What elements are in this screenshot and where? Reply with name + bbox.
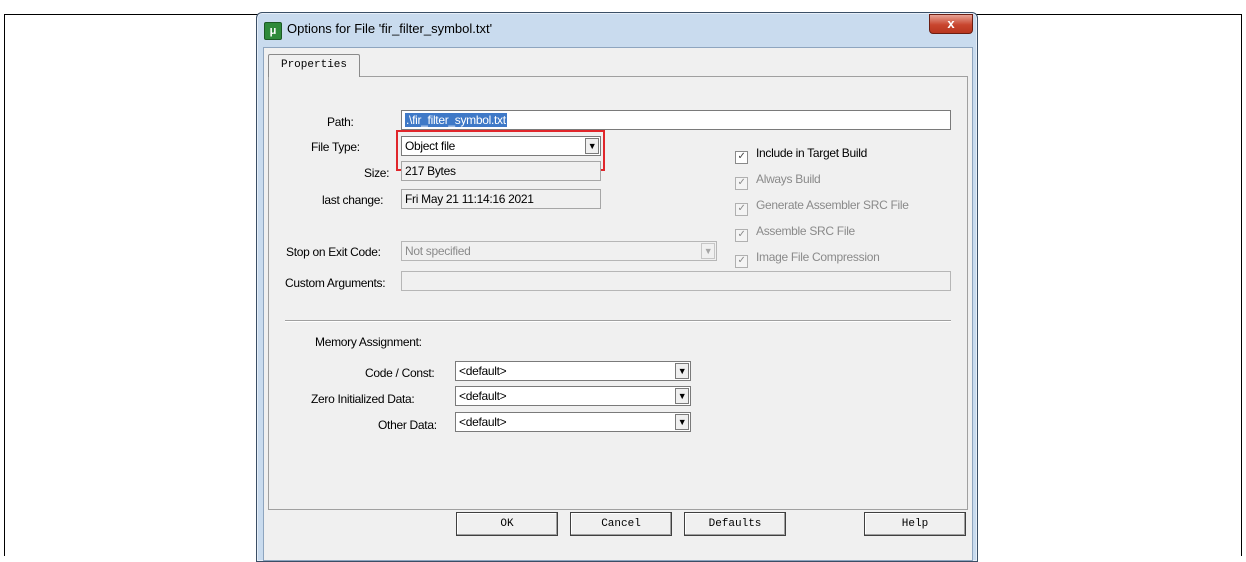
file-type-label: File Type: <box>311 140 360 154</box>
app-icon: μ <box>264 22 282 40</box>
tab-properties[interactable]: Properties <box>268 54 360 77</box>
other-data-label: Other Data: <box>378 418 437 432</box>
last-change-label: last change: <box>322 193 384 207</box>
option-label: Assemble SRC File <box>756 224 855 238</box>
option-always-build[interactable]: ✓ Always Build <box>735 172 821 190</box>
options-dialog: μ Options for File 'fir_filter_symbol.tx… <box>256 12 978 562</box>
stop-exit-label: Stop on Exit Code: <box>286 245 381 259</box>
code-const-combobox[interactable]: <default> ▼ <box>455 361 691 381</box>
cancel-button[interactable]: Cancel <box>570 512 672 536</box>
ok-button[interactable]: OK <box>456 512 558 536</box>
checkbox-icon[interactable]: ✓ <box>735 255 748 268</box>
chevron-down-icon[interactable]: ▼ <box>675 414 689 430</box>
page-frame-right <box>1241 14 1242 556</box>
separator <box>285 320 951 322</box>
close-button[interactable]: x <box>929 14 973 34</box>
chevron-down-icon[interactable]: ▼ <box>675 388 689 404</box>
checkbox-icon[interactable]: ✓ <box>735 229 748 242</box>
page-frame-left <box>4 14 5 556</box>
custom-args-label: Custom Arguments: <box>285 276 386 290</box>
option-image-compression[interactable]: ✓ Image File Compression <box>735 250 880 268</box>
checkbox-icon[interactable]: ✓ <box>735 203 748 216</box>
custom-args-field[interactable] <box>401 271 951 291</box>
code-const-value: <default> <box>459 364 507 378</box>
option-label: Always Build <box>756 172 821 186</box>
help-button[interactable]: Help <box>864 512 966 536</box>
zero-init-combobox[interactable]: <default> ▼ <box>455 386 691 406</box>
chevron-down-icon[interactable]: ▼ <box>675 363 689 379</box>
option-label: Include in Target Build <box>756 146 867 160</box>
title-bar[interactable]: μ Options for File 'fir_filter_symbol.tx… <box>257 13 977 47</box>
path-label: Path: <box>327 115 354 129</box>
stop-exit-combobox[interactable]: Not specified ▼ <box>401 241 717 261</box>
stop-exit-value: Not specified <box>405 244 471 258</box>
path-value: .\fir_filter_symbol.txt <box>405 113 507 127</box>
size-field: 217 Bytes <box>401 161 601 181</box>
dialog-title: Options for File 'fir_filter_symbol.txt' <box>287 21 493 36</box>
zero-init-value: <default> <box>459 389 507 403</box>
option-label: Generate Assembler SRC File <box>756 198 909 212</box>
properties-panel: Path: .\fir_filter_symbol.txt File Type:… <box>268 76 968 510</box>
option-include-in-build[interactable]: ✓ Include in Target Build <box>735 146 867 164</box>
other-data-combobox[interactable]: <default> ▼ <box>455 412 691 432</box>
option-assemble-src[interactable]: ✓ Assemble SRC File <box>735 224 855 242</box>
size-label: Size: <box>364 166 390 180</box>
path-field[interactable]: .\fir_filter_symbol.txt <box>401 110 951 130</box>
option-label: Image File Compression <box>756 250 880 264</box>
dialog-client-area: Properties Path: .\fir_filter_symbol.txt… <box>263 47 973 561</box>
other-data-value: <default> <box>459 415 507 429</box>
checkbox-icon[interactable]: ✓ <box>735 151 748 164</box>
last-change-field: Fri May 21 11:14:16 2021 <box>401 189 601 209</box>
code-const-label: Code / Const: <box>365 366 435 380</box>
checkbox-icon[interactable]: ✓ <box>735 177 748 190</box>
defaults-button[interactable]: Defaults <box>684 512 786 536</box>
close-icon: x <box>947 16 955 31</box>
option-generate-src[interactable]: ✓ Generate Assembler SRC File <box>735 198 909 216</box>
zero-init-label: Zero Initialized Data: <box>311 392 415 406</box>
memory-heading: Memory Assignment: <box>315 335 422 349</box>
chevron-down-icon[interactable]: ▼ <box>701 243 715 259</box>
